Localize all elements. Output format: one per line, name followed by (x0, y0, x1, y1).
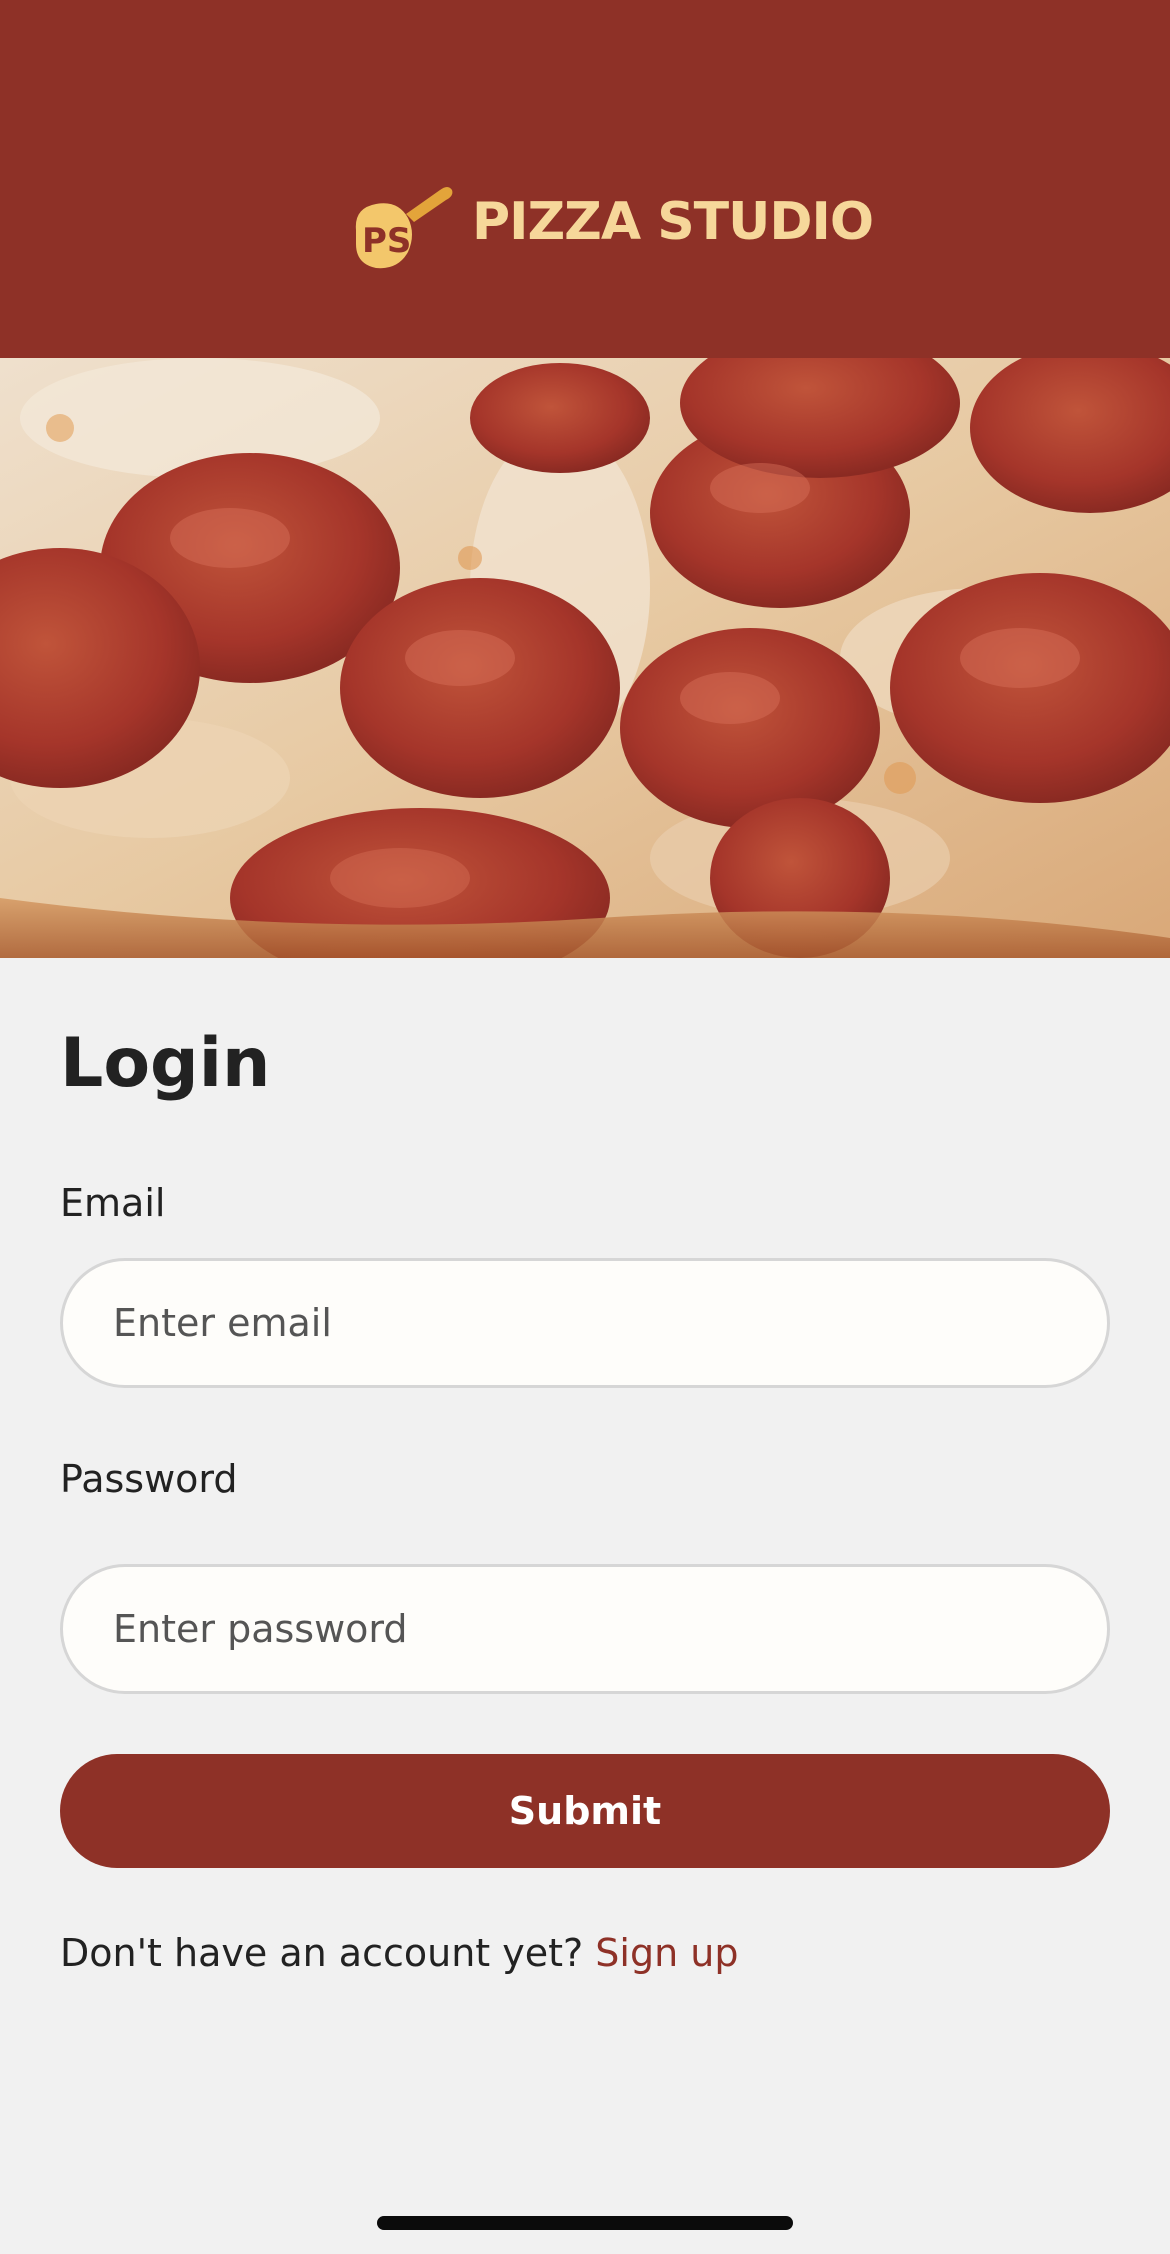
signup-row: Don't have an account yet? Sign up (60, 1934, 738, 1972)
pepperoni-pizza-photo (0, 358, 1170, 958)
signup-link[interactable]: Sign up (595, 1931, 738, 1975)
submit-button[interactable]: Submit (60, 1754, 1110, 1868)
hero-pizza-image (0, 358, 1170, 958)
signup-prompt: Don't have an account yet? (60, 1931, 596, 1975)
email-input[interactable] (60, 1258, 1110, 1388)
login-title: Login (60, 1024, 271, 1103)
email-label: Email (60, 1181, 166, 1225)
svg-text:PS: PS (362, 221, 411, 261)
pizza-studio-logo-icon: PS (355, 187, 453, 269)
brand-logo[interactable]: PS PIZZA STUDIO (348, 172, 874, 272)
home-indicator[interactable] (377, 2216, 793, 2230)
brand-name: PIZZA STUDIO (472, 192, 874, 252)
app-header: PS PIZZA STUDIO (0, 0, 1170, 358)
password-input[interactable] (60, 1564, 1110, 1694)
password-label: Password (60, 1457, 238, 1501)
